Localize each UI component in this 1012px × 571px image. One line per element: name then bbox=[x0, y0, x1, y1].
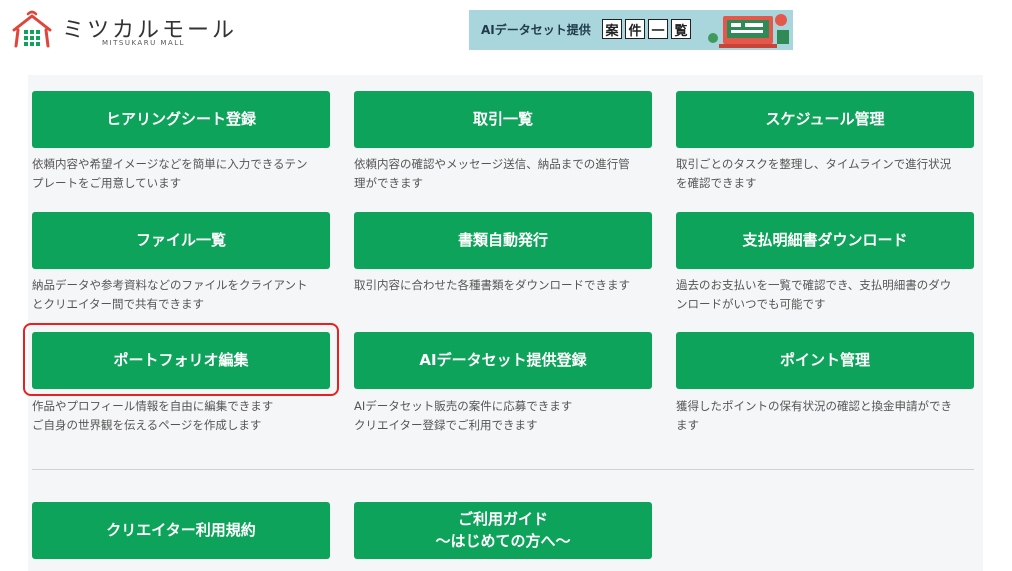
document-issue-button[interactable]: 書類自動発行 bbox=[354, 212, 652, 269]
document-issue-description: 取引内容に合わせた各種書類をダウンロードできます bbox=[354, 276, 654, 295]
description-line: クリエイター登録でご利用できます bbox=[354, 418, 538, 432]
description-line: ンロードがいつでも可能です bbox=[676, 297, 826, 311]
creator-terms-button[interactable]: クリエイター利用規約 bbox=[32, 502, 330, 559]
button-label: 取引一覧 bbox=[472, 109, 533, 128]
description-line: 過去のお支払いを一覧で確認でき、支払明細書のダウ bbox=[676, 278, 952, 292]
description-line: 獲得したポイントの保有状況の確認と換金申請ができ bbox=[676, 399, 952, 413]
usage-guide-button[interactable]: ご利用ガイド 〜はじめての方へ〜 bbox=[354, 502, 652, 559]
points-management-description: 獲得したポイントの保有状況の確認と換金申請ができ ます bbox=[676, 397, 976, 435]
ai-dataset-banner[interactable]: AIデータセット提供 案 件 一 覧 bbox=[469, 10, 793, 50]
payment-statement-button[interactable]: 支払明細書ダウンロード bbox=[676, 212, 974, 269]
button-label: スケジュール管理 bbox=[765, 109, 885, 128]
button-sublabel: 〜はじめての方へ〜 bbox=[435, 531, 571, 550]
description-line: ご自身の世界観を伝えるページを作成します bbox=[32, 418, 262, 432]
description-line: 納品データや参考資料などのファイルをクライアント bbox=[32, 278, 308, 292]
banner-box-group: 案 件 一 覧 bbox=[602, 19, 691, 39]
description-line: AIデータセット販売の案件に応募できます bbox=[354, 399, 573, 413]
banner-text: AIデータセット提供 bbox=[481, 23, 591, 37]
button-label: 支払明細書ダウンロード bbox=[742, 230, 908, 249]
button-label: ポイント管理 bbox=[779, 350, 870, 369]
points-management-button[interactable]: ポイント管理 bbox=[676, 332, 974, 389]
banner-box: 件 bbox=[625, 19, 645, 39]
banner-box: 一 bbox=[648, 19, 668, 39]
description-line: 作品やプロフィール情報を自由に編集できます bbox=[32, 399, 274, 413]
schedule-description: 取引ごとのタスクを整理し、タイムラインで進行状況 を確認できます bbox=[676, 155, 976, 193]
description-line: 依頼内容や希望イメージなどを簡単に入力できるテン bbox=[32, 157, 308, 171]
house-shop-icon bbox=[12, 10, 52, 48]
file-list-button[interactable]: ファイル一覧 bbox=[32, 212, 330, 269]
hearing-sheet-button[interactable]: ヒアリングシート登録 bbox=[32, 91, 330, 148]
logo[interactable]: ミツカルモール MITSUKARU MALL bbox=[12, 10, 234, 50]
section-divider bbox=[32, 469, 974, 470]
description-line: 理ができます bbox=[354, 176, 423, 190]
schedule-button[interactable]: スケジュール管理 bbox=[676, 91, 974, 148]
site-header: ミツカルモール MITSUKARU MALL AIデータセット提供 案 件 一 … bbox=[0, 0, 1012, 70]
payment-statement-description: 過去のお支払いを一覧で確認でき、支払明細書のダウ ンロードがいつでも可能です bbox=[676, 276, 976, 314]
description-line: 取引内容に合わせた各種書類をダウンロードできます bbox=[354, 278, 630, 292]
portfolio-edit-description: 作品やプロフィール情報を自由に編集できます ご自身の世界観を伝えるページを作成し… bbox=[32, 397, 332, 435]
description-line: とクリエイター間で共有できます bbox=[32, 297, 205, 311]
portfolio-edit-button[interactable]: ポートフォリオ編集 bbox=[32, 332, 330, 389]
banner-box: 案 bbox=[602, 19, 622, 39]
banner-box: 覧 bbox=[671, 19, 691, 39]
button-label: ファイル一覧 bbox=[135, 230, 226, 249]
button-label: クリエイター利用規約 bbox=[106, 520, 256, 539]
transactions-button[interactable]: 取引一覧 bbox=[354, 91, 652, 148]
button-label: 書類自動発行 bbox=[457, 230, 548, 249]
logo-subtext: MITSUKARU MALL bbox=[102, 39, 186, 47]
button-label: ご利用ガイド bbox=[457, 509, 548, 528]
description-line: 取引ごとのタスクを整理し、タイムラインで進行状況 bbox=[676, 157, 952, 171]
ai-dataset-register-button[interactable]: AIデータセット提供登録 bbox=[354, 332, 652, 389]
computer-illustration-icon bbox=[708, 14, 789, 48]
file-list-description: 納品データや参考資料などのファイルをクライアント とクリエイター間で共有できます bbox=[32, 276, 332, 314]
button-label: AIデータセット提供登録 bbox=[419, 350, 587, 369]
description-line: ます bbox=[676, 418, 699, 432]
description-line: 依頼内容の確認やメッセージ送信、納品までの進行管 bbox=[354, 157, 630, 171]
transactions-description: 依頼内容の確認やメッセージ送信、納品までの進行管 理ができます bbox=[354, 155, 654, 193]
ai-dataset-register-description: AIデータセット販売の案件に応募できます クリエイター登録でご利用できます bbox=[354, 397, 654, 435]
description-line: プレートをご用意しています bbox=[32, 176, 182, 190]
button-label: ヒアリングシート登録 bbox=[105, 109, 256, 128]
description-line: を確認できます bbox=[676, 176, 757, 190]
hearing-sheet-description: 依頼内容や希望イメージなどを簡単に入力できるテン プレートをご用意しています bbox=[32, 155, 332, 193]
button-label: ポートフォリオ編集 bbox=[113, 350, 249, 369]
